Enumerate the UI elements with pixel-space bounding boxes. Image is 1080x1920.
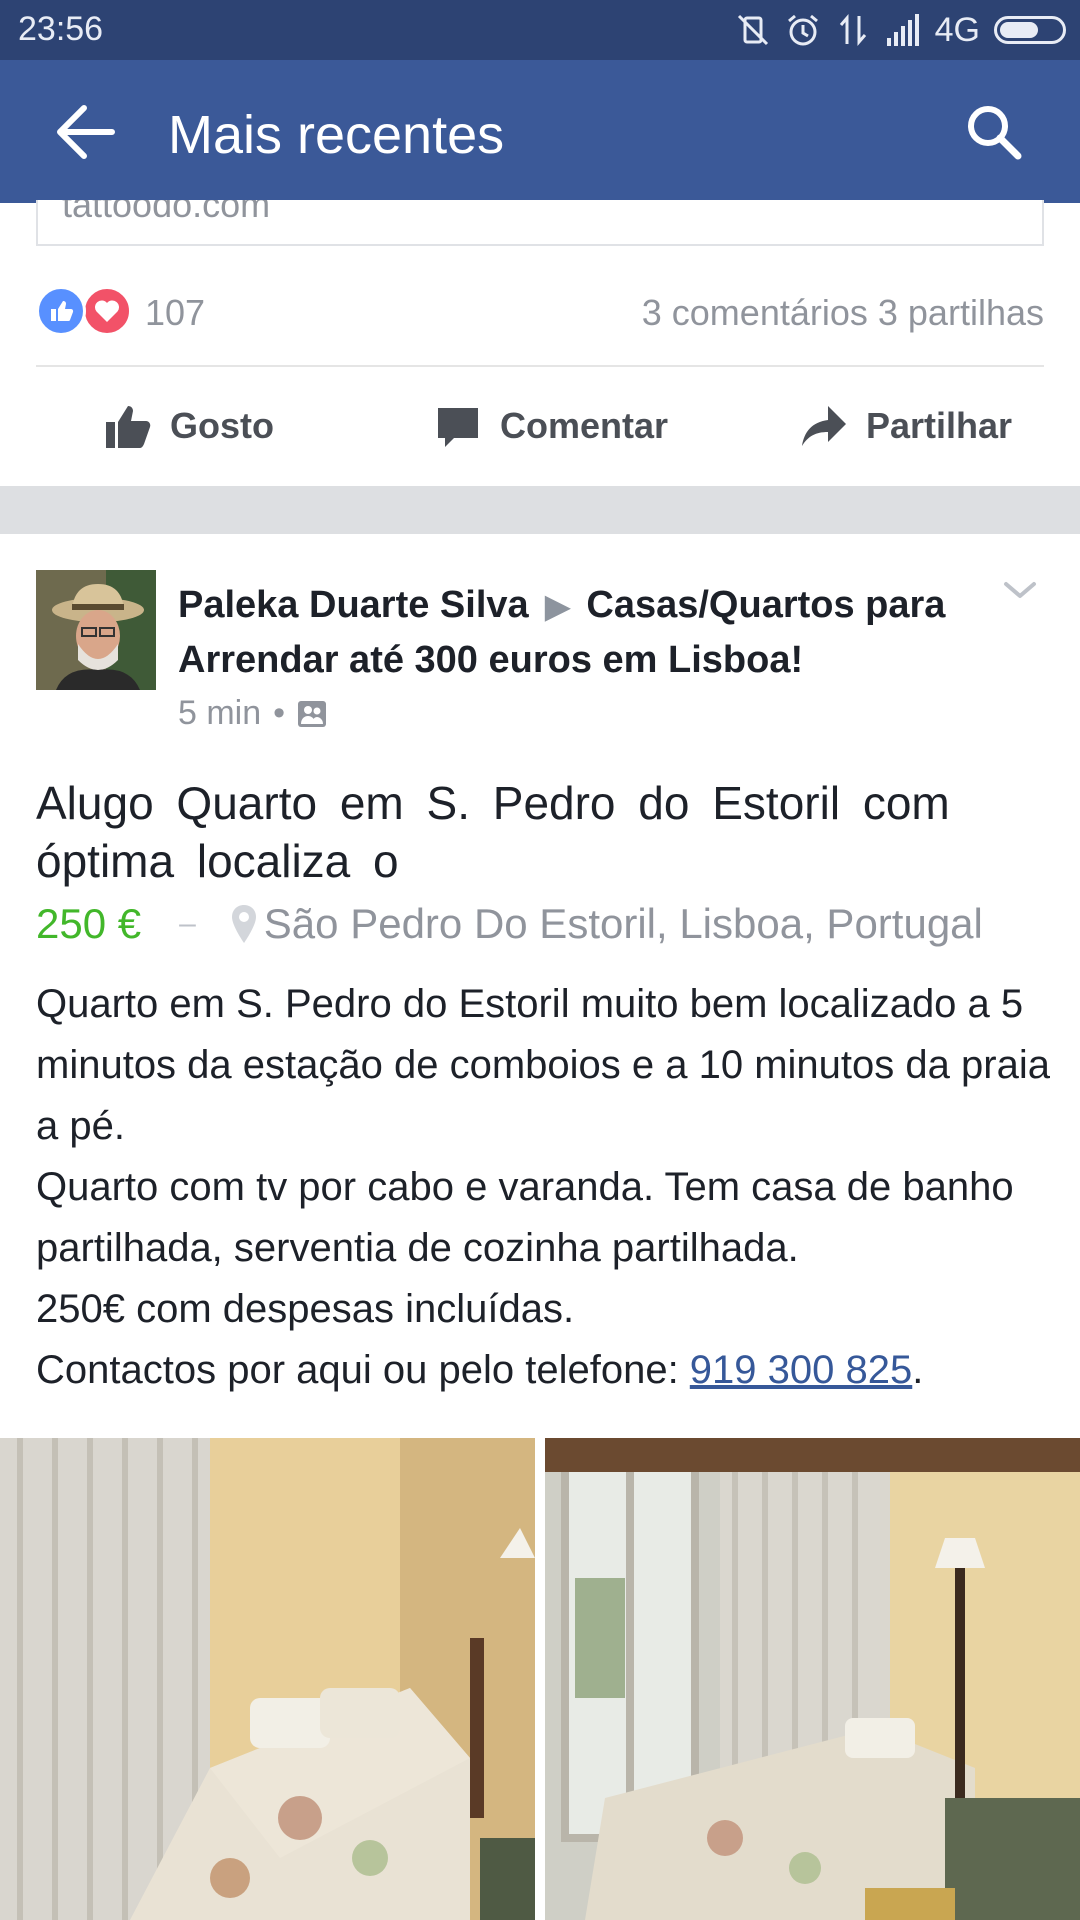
like-reaction-icon	[36, 286, 86, 336]
status-bar: 23:56 4G	[0, 0, 1080, 60]
comment-label: Comentar	[500, 405, 669, 446]
love-reaction-icon	[82, 286, 132, 336]
photo-gallery	[0, 1438, 1080, 1920]
link-domain: tattoodo.com	[62, 200, 271, 225]
meta-dot: •	[273, 694, 286, 732]
vibrate-off-icon	[737, 14, 768, 46]
post-target-arrow-icon: ▶	[545, 588, 570, 624]
location-pin-icon	[231, 905, 256, 943]
post-body-end: .	[912, 1348, 924, 1392]
status-time: 23:56	[18, 10, 104, 48]
status-icons: 4G	[735, 8, 1066, 52]
post-body-text: Quarto em S. Pedro do Estoril muito bem …	[36, 982, 1050, 1392]
listing-details: 250 € – São Pedro Do Estoril, Lisboa, Po…	[36, 896, 1046, 952]
author-name[interactable]: Paleka Duarte Silva	[178, 584, 529, 626]
post-meta: 5 min •	[178, 694, 327, 733]
group-audience-icon	[298, 700, 327, 727]
post-actions: Gosto Comentar Partilhar	[0, 368, 1080, 484]
alarm-icon	[787, 14, 818, 46]
avatar[interactable]	[36, 570, 156, 690]
thumbs-up-icon	[106, 406, 151, 448]
like-button[interactable]: Gosto	[104, 368, 274, 484]
phone-link[interactable]: 919 300 825	[690, 1348, 912, 1392]
listing-photo-2[interactable]	[545, 1438, 1080, 1920]
share-arrow-icon	[802, 406, 846, 446]
share-button[interactable]: Partilhar	[800, 368, 1012, 484]
signal-icon	[886, 14, 919, 46]
network-type: 4G	[934, 10, 980, 49]
back-arrow-icon[interactable]	[50, 100, 120, 164]
comment-icon	[438, 408, 478, 447]
battery-icon	[994, 16, 1066, 44]
page-title: Mais recentes	[168, 105, 505, 165]
comments-count[interactable]: 3 comentários	[642, 292, 868, 333]
reactions-row[interactable]: 107 3 comentários 3 partilhas	[36, 286, 1044, 340]
link-preview-card[interactable]: tattoodo.com	[36, 200, 1044, 246]
listing-title[interactable]: Alugo Quarto em S. Pedro do Estoril com …	[36, 774, 1046, 890]
post-time[interactable]: 5 min	[178, 694, 261, 733]
share-label: Partilhar	[866, 405, 1013, 446]
comments-shares-count[interactable]: 3 comentários 3 partilhas	[642, 292, 1044, 334]
feed-post: Paleka Duarte Silva ▶ Casas/Quartos para…	[0, 534, 1080, 1920]
data-transfer-icon	[839, 13, 866, 47]
listing-location[interactable]: São Pedro Do Estoril, Lisboa, Portugal	[264, 900, 983, 948]
reaction-count: 107	[145, 292, 206, 333]
comment-button[interactable]: Comentar	[434, 368, 668, 484]
feed-separator	[0, 486, 1080, 534]
separator: –	[179, 907, 196, 940]
listing-photo-1[interactable]	[0, 1438, 535, 1920]
shares-count[interactable]: 3 partilhas	[878, 292, 1044, 333]
like-label: Gosto	[170, 405, 274, 446]
chevron-down-icon[interactable]	[1000, 576, 1040, 606]
listing-price: 250 €	[36, 900, 142, 947]
post-header: Paleka Duarte Silva ▶ Casas/Quartos para…	[178, 578, 978, 687]
app-bar: Mais recentes	[0, 60, 1080, 203]
post-body: Quarto em S. Pedro do Estoril muito bem …	[36, 974, 1056, 1401]
divider	[36, 365, 1044, 367]
search-icon[interactable]	[962, 100, 1026, 164]
